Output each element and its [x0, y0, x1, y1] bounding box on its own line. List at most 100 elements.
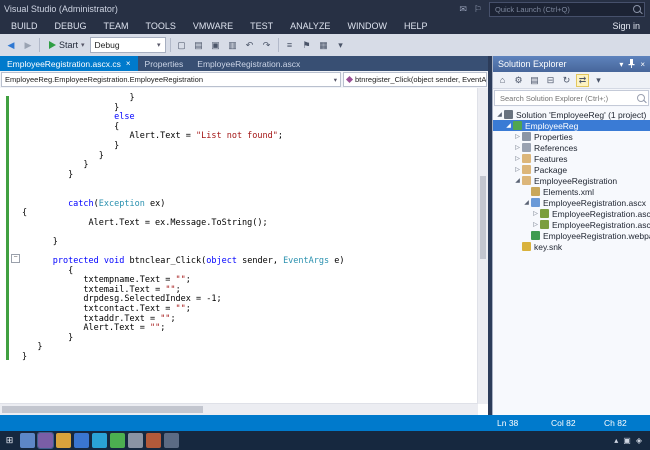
quick-launch-box[interactable] [489, 1, 645, 17]
menu-item-help[interactable]: HELP [397, 21, 435, 31]
status-column[interactable]: Col 82 [551, 418, 576, 428]
expander-icon[interactable]: ◢ [513, 177, 522, 184]
file-edit-icons: ▢ ▤ ▣ ▥ ↶ ↷ [175, 40, 274, 51]
document-tab-employeeregistration-ascx[interactable]: EmployeeRegistration.ascx [190, 56, 307, 71]
menu-item-debug[interactable]: DEBUG [48, 21, 94, 31]
tree-item-references[interactable]: ▷ References [493, 142, 650, 153]
taskbar-app-icon-3[interactable] [56, 433, 71, 448]
tree-item-label: References [534, 142, 578, 153]
find-in-files-icon[interactable]: ≡ [283, 40, 297, 50]
tree-item-employeeregistration-ascx[interactable]: ◢ EmployeeRegistration.ascx [493, 197, 650, 208]
fold-collapse-icon[interactable]: − [11, 254, 20, 263]
open-file-icon[interactable]: ▤ [192, 40, 206, 51]
taskbar-app-icon-9[interactable] [164, 433, 179, 448]
tree-item-key-snk[interactable]: key.snk [493, 241, 650, 252]
status-character[interactable]: Ch 82 [604, 418, 627, 428]
search-icon [633, 5, 641, 13]
notifications-flag-icon[interactable]: ⚐ [474, 4, 482, 15]
taskbar-app-icon-6[interactable] [110, 433, 125, 448]
toolbar-options-icon[interactable]: ▾ [334, 40, 348, 51]
menu-item-team[interactable]: TEAM [97, 21, 136, 31]
expander-icon[interactable]: ◢ [522, 199, 531, 206]
taskbar-app-icon-1[interactable] [20, 433, 35, 448]
menu-item-build[interactable]: BUILD [4, 21, 45, 31]
menu-items: BUILD DEBUG TEAM TOOLS VMWARE TEST ANALYZE WIND… [4, 21, 434, 31]
volume-icon[interactable]: ◈ [636, 436, 642, 445]
references-icon [522, 143, 531, 152]
tree-item-employeeregistration-webpart[interactable]: EmployeeRegistration.webpart [493, 230, 650, 241]
navigate-back-icon[interactable]: ◀ [4, 40, 18, 51]
expander-icon[interactable]: ▷ [513, 144, 522, 151]
save-icon[interactable]: ▣ [209, 40, 223, 51]
method-icon [345, 75, 354, 84]
quick-launch-input[interactable] [493, 3, 633, 15]
tree-item-elements-xml[interactable]: Elements.xml [493, 186, 650, 197]
menu-item-tools[interactable]: TOOLS [139, 21, 183, 31]
taskbar-app-icon-7[interactable] [128, 433, 143, 448]
sign-in-link[interactable]: Sign in [612, 21, 640, 31]
refresh-icon[interactable]: ↻ [560, 74, 573, 87]
chevron-down-icon[interactable]: ▾ [619, 60, 623, 69]
pin-icon[interactable] [628, 58, 635, 70]
expander-icon[interactable]: ▷ [513, 133, 522, 140]
tree-item-properties[interactable]: ▷ Properties [493, 131, 650, 142]
expander-icon[interactable]: ▷ [513, 166, 522, 173]
solution-search-input[interactable] [498, 92, 637, 104]
expander-icon[interactable]: ◢ [495, 111, 504, 118]
menu-item-vmware[interactable]: VMWARE [186, 21, 240, 31]
solution-explorer-title-bar[interactable]: Solution Explorer ▾ × [493, 56, 650, 72]
sync-with-active-document-icon[interactable]: ⇄ [576, 73, 589, 87]
status-line[interactable]: Ln 38 [497, 418, 518, 428]
taskbar-app-icon-4[interactable] [74, 433, 89, 448]
editor-vertical-scrollbar[interactable] [477, 88, 488, 404]
home-icon[interactable]: ⌂ [496, 74, 509, 87]
close-icon[interactable]: × [126, 59, 131, 68]
close-icon[interactable]: × [640, 60, 645, 69]
show-all-files-icon[interactable]: ▤ [528, 74, 541, 87]
code-editor[interactable]: − } } else { Alert.Text = "List not foun… [0, 88, 488, 415]
comment-lines-icon[interactable]: ▦ [317, 40, 331, 51]
scrollbar-thumb[interactable] [2, 406, 203, 413]
tree-item-employeeregistration-ascx-g-cs[interactable]: ▷ EmployeeRegistration.ascx.g.cs [493, 219, 650, 230]
properties-tool-icon[interactable]: ⚙ [512, 74, 525, 87]
tree-item-employeeregistration-ascx-cs[interactable]: ▷ EmployeeRegistration.ascx.cs [493, 208, 650, 219]
expander-icon[interactable]: ▷ [513, 155, 522, 162]
save-all-icon[interactable]: ▥ [226, 40, 240, 51]
type-dropdown[interactable]: EmployeeReg.EmployeeRegistration.Employe… [1, 72, 341, 87]
debug-configuration-select[interactable]: Debug ▾ [89, 37, 166, 53]
solution-tree: ◢ Solution 'EmployeeReg' (1 project) ◢ Empl… [493, 107, 650, 415]
solution-search-box[interactable] [494, 90, 649, 106]
editor-horizontal-scrollbar[interactable] [0, 403, 478, 415]
menu-item-test[interactable]: TEST [243, 21, 280, 31]
taskbar-app-icon-5[interactable] [92, 433, 107, 448]
windows-start-icon[interactable]: ⊞ [2, 433, 17, 448]
ascx-icon [531, 198, 540, 207]
taskbar-app-icon-2[interactable] [37, 432, 54, 449]
redo-icon[interactable]: ↷ [260, 40, 274, 51]
more-options-icon[interactable]: ▾ [592, 74, 605, 87]
bookmark-icon[interactable]: ⚑ [300, 40, 314, 51]
expander-icon[interactable]: ◢ [504, 122, 513, 129]
tree-item-employeeregistration[interactable]: ◢ EmployeeRegistration [493, 175, 650, 186]
scrollbar-thumb[interactable] [480, 176, 486, 259]
expander-icon[interactable]: ▷ [531, 210, 540, 217]
taskbar-app-icon-8[interactable] [146, 433, 161, 448]
tray-expand-icon[interactable]: ▴ [614, 436, 618, 445]
tree-item-employeereg[interactable]: ◢ EmployeeReg [493, 120, 650, 131]
document-tab-employeeregistration-ascx-cs[interactable]: EmployeeRegistration.ascx.cs × [0, 56, 138, 71]
new-project-icon[interactable]: ▢ [175, 40, 189, 51]
tree-item-features[interactable]: ▷ Features [493, 153, 650, 164]
menu-item-analyze[interactable]: ANALYZE [283, 21, 337, 31]
member-dropdown[interactable]: btnregister_Click(object sender, EventAr… [343, 72, 487, 87]
expander-icon[interactable]: ▷ [531, 221, 540, 228]
tree-item-package[interactable]: ▷ Package [493, 164, 650, 175]
document-tab-properties[interactable]: Properties [138, 56, 191, 71]
tree-item-solution-employeereg-1-project[interactable]: ◢ Solution 'EmployeeReg' (1 project) [493, 109, 650, 120]
navigate-forward-icon[interactable]: ▶ [21, 40, 35, 51]
feedback-icon[interactable]: ✉ [459, 4, 467, 15]
network-icon[interactable]: ▣ [623, 436, 631, 445]
undo-icon[interactable]: ↶ [243, 40, 257, 51]
start-debug-button[interactable]: Start ▾ [44, 40, 90, 50]
collapse-all-icon[interactable]: ⊟ [544, 74, 557, 87]
menu-item-window[interactable]: WINDOW [340, 21, 394, 31]
